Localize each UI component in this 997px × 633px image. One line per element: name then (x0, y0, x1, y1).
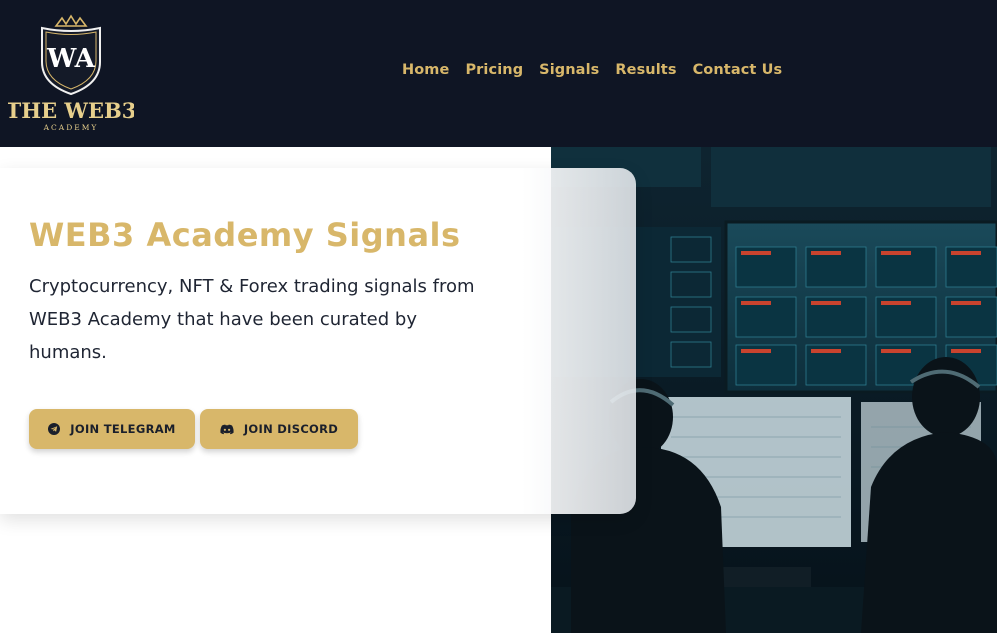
hero-description: Cryptocurrency, NFT & Forex trading sign… (29, 276, 475, 363)
logo-sub: ACADEMY (43, 123, 99, 132)
telegram-icon (48, 423, 61, 435)
logo-name: THE WEB3 (8, 98, 134, 123)
logo-emblem-icon: WA THE WEB3 ACADEMY (6, 14, 136, 132)
nav-signals[interactable]: Signals (539, 62, 599, 78)
nav-contact-us[interactable]: Contact Us (693, 62, 783, 78)
join-telegram-button[interactable]: JOIN TELEGRAM (29, 409, 195, 449)
logo-monogram: WA (46, 44, 96, 74)
hero-card: WEB3 Academy Signals Cryptocurrency, NFT… (0, 168, 636, 514)
join-discord-button[interactable]: JOIN DISCORD (200, 409, 358, 449)
nav-home[interactable]: Home (402, 62, 449, 78)
discord-icon (220, 424, 234, 435)
main-nav: Home Pricing Signals Results Contact Us (402, 62, 782, 78)
join-telegram-label: JOIN TELEGRAM (70, 422, 176, 436)
site-logo[interactable]: WA THE WEB3 ACADEMY (6, 14, 136, 134)
nav-results[interactable]: Results (615, 62, 676, 78)
hero-title: WEB3 Academy Signals (29, 216, 461, 254)
nav-pricing[interactable]: Pricing (465, 62, 523, 78)
site-header: WA THE WEB3 ACADEMY Home Pricing Signals… (0, 0, 997, 147)
join-discord-label: JOIN DISCORD (243, 422, 339, 436)
